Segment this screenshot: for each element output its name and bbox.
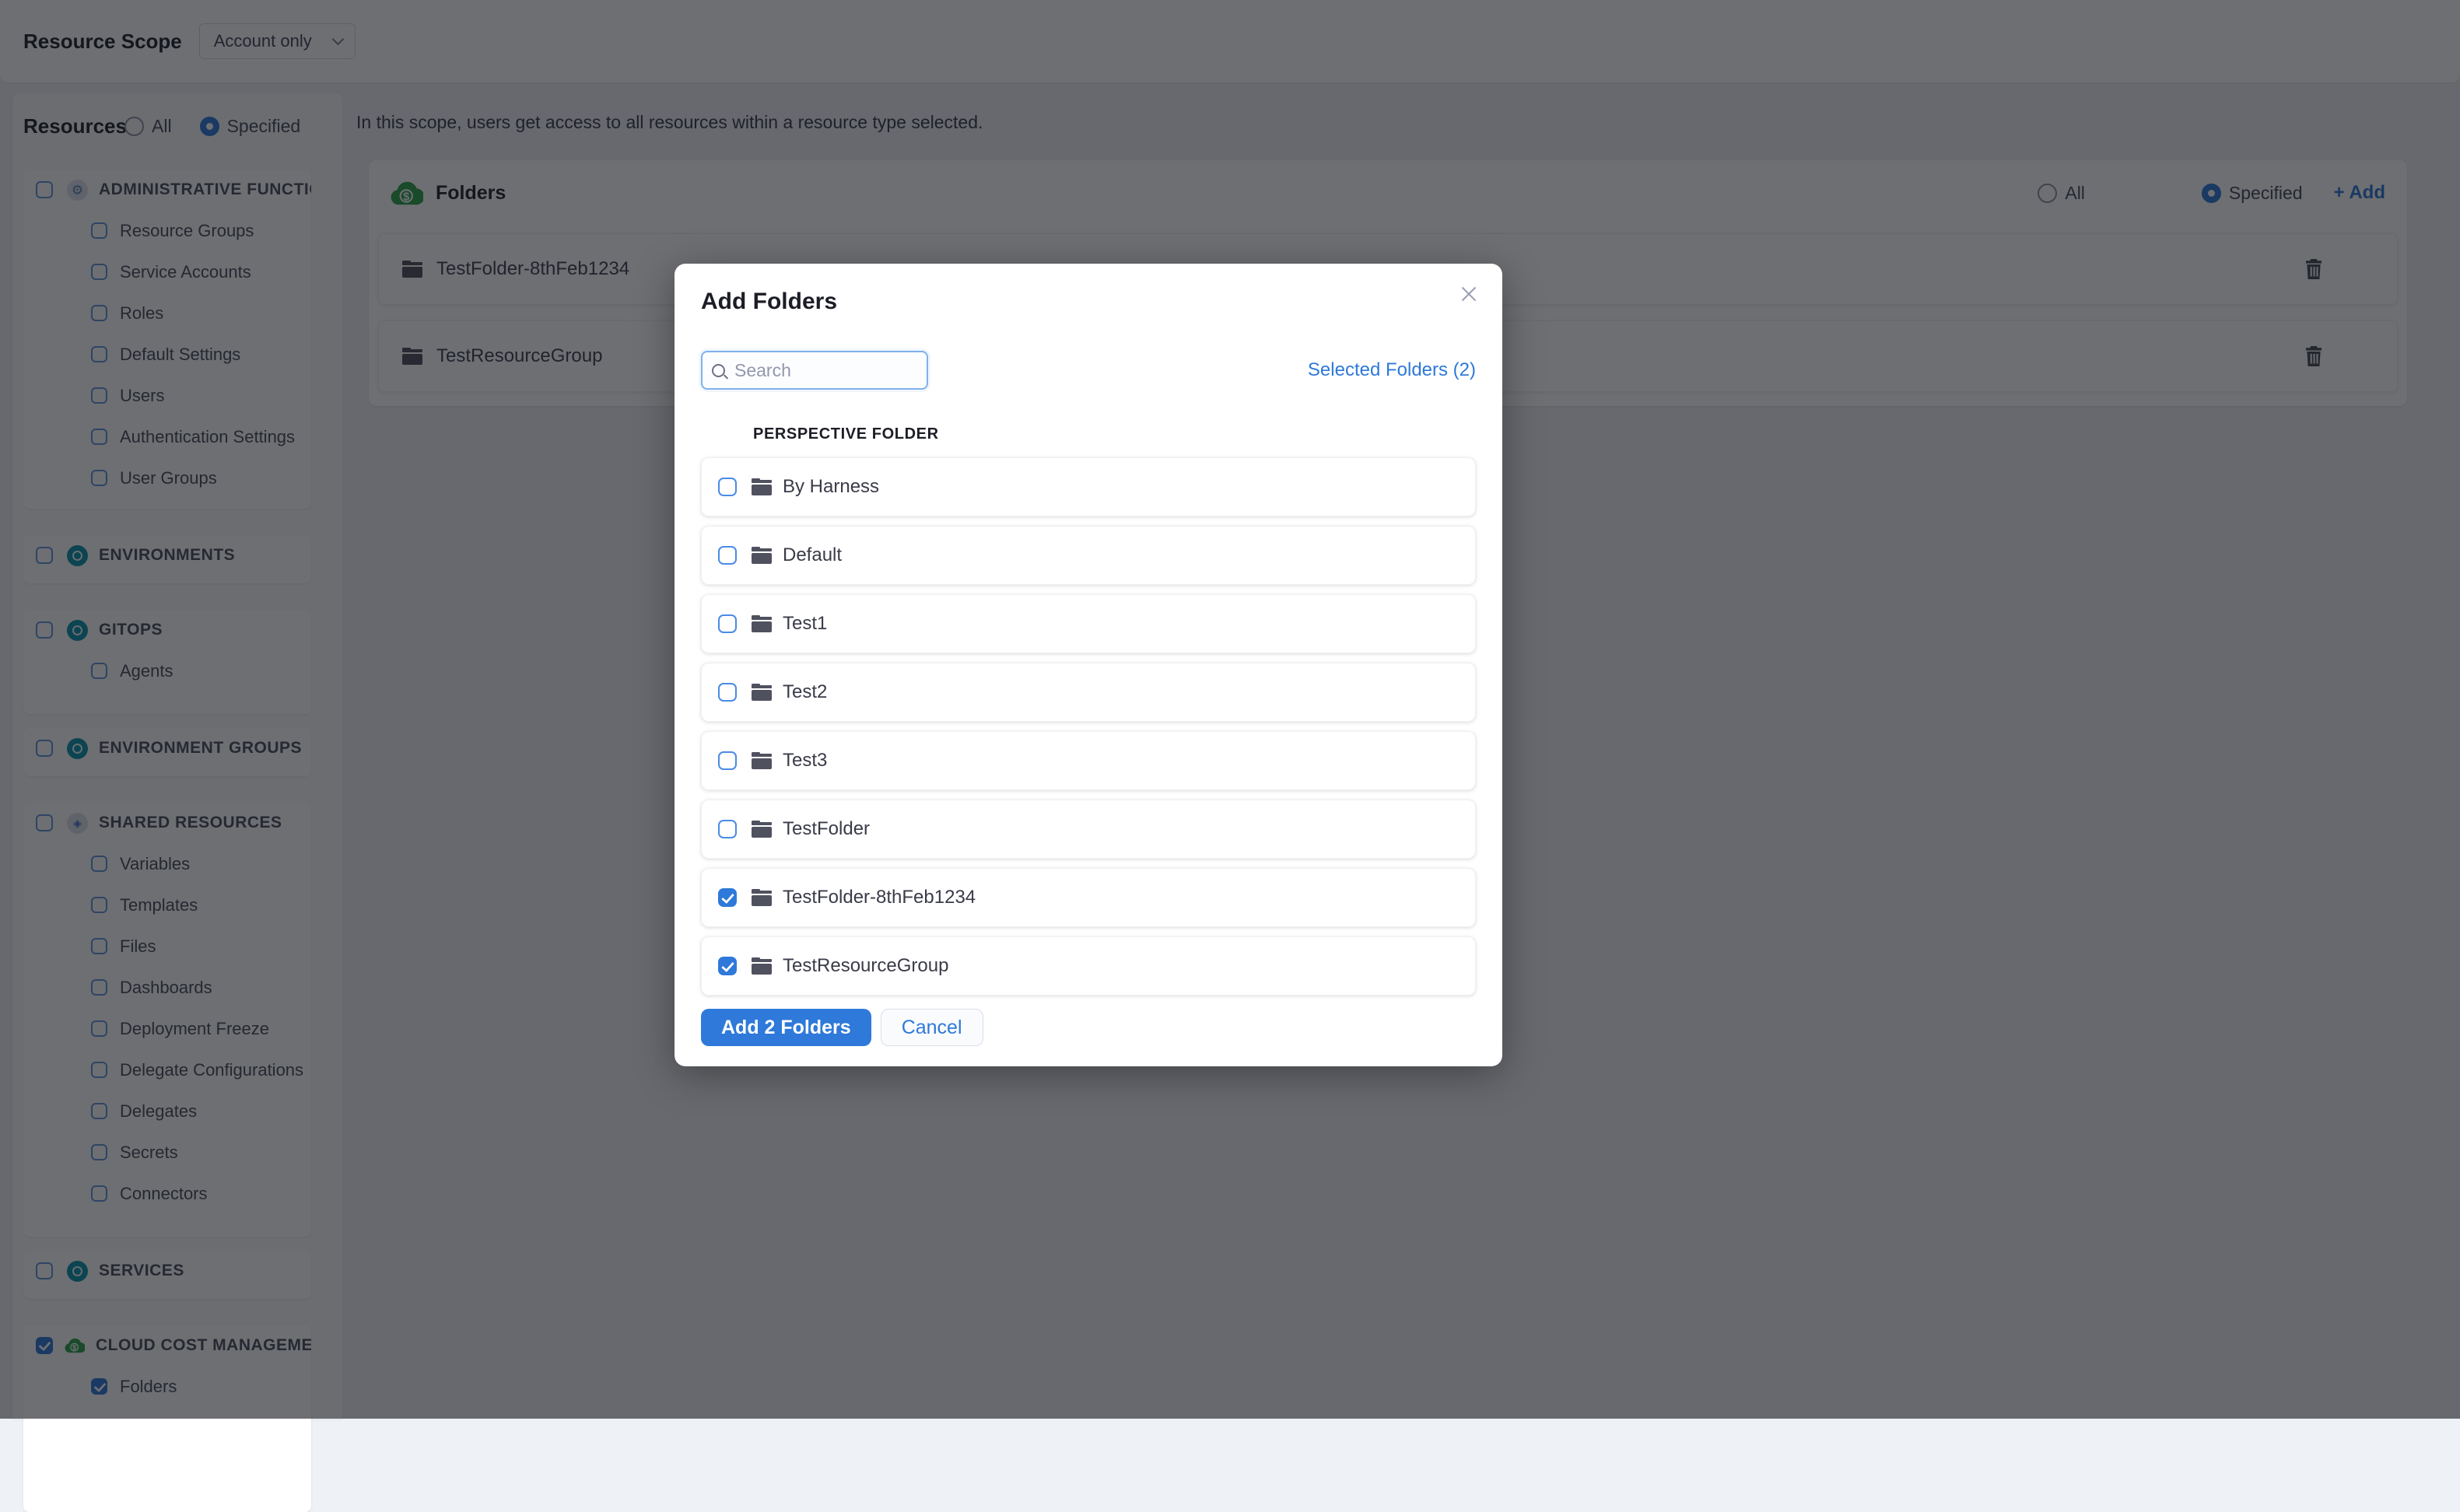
folder-icon: [752, 547, 772, 564]
perspective-folder-label: Default: [783, 544, 843, 565]
add-folders-button[interactable]: Add 2 Folders: [701, 1009, 871, 1046]
perspective-folder-row[interactable]: TestFolder-8thFeb1234: [701, 868, 1476, 927]
perspective-folder-label: Test1: [783, 613, 828, 634]
perspective-folder-label: TestFolder: [783, 818, 871, 839]
perspective-folder-label: TestResourceGroup: [783, 955, 949, 976]
perspective-folder-label: By Harness: [783, 476, 880, 497]
checkbox[interactable]: [718, 751, 737, 770]
modal-title: Add Folders: [701, 289, 838, 314]
modal-search-row: Selected Folders (2): [701, 351, 1476, 390]
checkbox[interactable]: [718, 820, 737, 838]
folder-icon: [752, 821, 772, 838]
perspective-folder-row[interactable]: Test3: [701, 731, 1476, 790]
perspective-folder-row[interactable]: TestFolder: [701, 800, 1476, 859]
search-box: [701, 351, 928, 390]
perspective-folder-row[interactable]: TestResourceGroup: [701, 936, 1476, 996]
perspective-folder-row[interactable]: Test1: [701, 594, 1476, 653]
folder-icon: [752, 615, 772, 632]
folder-icon: [752, 752, 772, 769]
add-folders-modal: Add Folders Selected Folders (2) PERSPEC…: [675, 264, 1502, 1066]
checkbox[interactable]: [718, 478, 737, 496]
search-icon: [712, 363, 725, 377]
perspective-folder-column-header: PERSPECTIVE FOLDER: [753, 425, 939, 443]
checkbox[interactable]: [718, 546, 737, 565]
perspective-folder-label: Test2: [783, 681, 828, 702]
perspective-folder-row[interactable]: By Harness: [701, 457, 1476, 516]
perspective-folder-row[interactable]: Test2: [701, 663, 1476, 722]
checkbox[interactable]: [718, 957, 737, 975]
perspective-folder-label: TestFolder-8thFeb1234: [783, 887, 976, 908]
checkbox[interactable]: [718, 683, 737, 702]
search-input[interactable]: [733, 359, 917, 382]
perspective-folder-row[interactable]: Default: [701, 526, 1476, 585]
modal-buttons: Add 2 Folders Cancel: [701, 1009, 1476, 1046]
folder-icon: [752, 889, 772, 906]
selected-folders-link[interactable]: Selected Folders (2): [1308, 359, 1476, 381]
checkbox[interactable]: [718, 614, 737, 633]
folder-icon: [752, 684, 772, 701]
cancel-button[interactable]: Cancel: [880, 1009, 983, 1046]
perspective-folder-label: Test3: [783, 750, 828, 771]
folder-icon: [752, 957, 772, 975]
close-icon[interactable]: [1459, 284, 1479, 304]
perspective-folder-list: By Harness Default Test1 Test2 Test3 TestFold…: [701, 457, 1476, 996]
folder-icon: [752, 478, 772, 495]
checkbox[interactable]: [718, 888, 737, 907]
